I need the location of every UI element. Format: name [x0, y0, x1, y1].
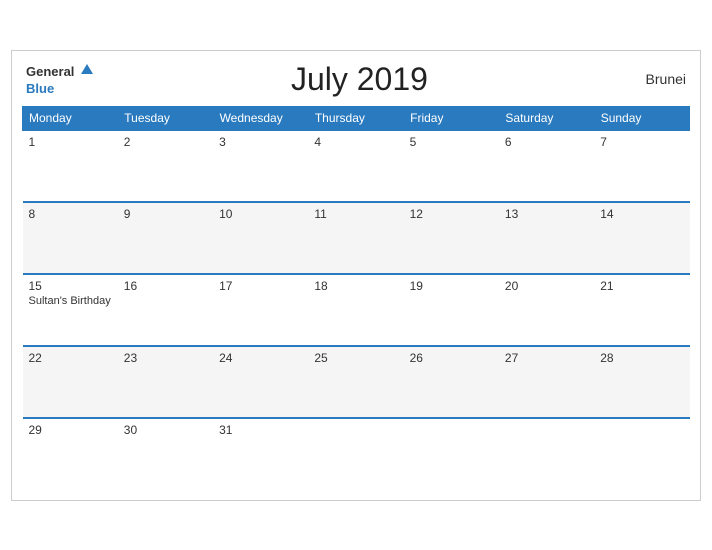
week-row-1: 1234567 [23, 130, 690, 202]
day-number: 20 [505, 279, 588, 293]
day-number: 1 [29, 135, 112, 149]
day-cell: 29 [23, 418, 118, 490]
day-number: 29 [29, 423, 112, 437]
day-number: 12 [410, 207, 493, 221]
day-number: 8 [29, 207, 112, 221]
day-number: 18 [314, 279, 397, 293]
calendar-header-row: MondayTuesdayWednesdayThursdayFridaySatu… [23, 106, 690, 130]
day-header-sunday: Sunday [594, 106, 689, 130]
day-cell [499, 418, 594, 490]
day-cell: 2 [118, 130, 213, 202]
day-number: 23 [124, 351, 207, 365]
day-cell: 17 [213, 274, 308, 346]
day-cell [404, 418, 499, 490]
day-number: 24 [219, 351, 302, 365]
day-number: 2 [124, 135, 207, 149]
day-number: 3 [219, 135, 302, 149]
day-cell: 19 [404, 274, 499, 346]
day-number: 26 [410, 351, 493, 365]
day-cell: 25 [308, 346, 403, 418]
day-cell: 5 [404, 130, 499, 202]
day-cell [594, 418, 689, 490]
day-number: 19 [410, 279, 493, 293]
day-cell: 13 [499, 202, 594, 274]
day-number: 28 [600, 351, 683, 365]
day-number: 15 [29, 279, 112, 293]
logo-general-text: General [26, 64, 74, 79]
day-cell: 28 [594, 346, 689, 418]
day-number: 4 [314, 135, 397, 149]
day-cell: 24 [213, 346, 308, 418]
day-cell: 14 [594, 202, 689, 274]
day-cell: 15 Sultan's Birthday [23, 274, 118, 346]
day-number: 13 [505, 207, 588, 221]
day-number: 6 [505, 135, 588, 149]
day-header-tuesday: Tuesday [118, 106, 213, 130]
day-cell: 4 [308, 130, 403, 202]
day-cell: 20 [499, 274, 594, 346]
day-cell: 12 [404, 202, 499, 274]
day-number: 30 [124, 423, 207, 437]
day-event: Sultan's Birthday [29, 295, 112, 307]
day-number: 27 [505, 351, 588, 365]
day-cell: 21 [594, 274, 689, 346]
day-number: 5 [410, 135, 493, 149]
day-number: 9 [124, 207, 207, 221]
day-cell: 9 [118, 202, 213, 274]
logo-area: General Blue [26, 63, 93, 96]
day-cell: 26 [404, 346, 499, 418]
day-header-wednesday: Wednesday [213, 106, 308, 130]
day-cell: 8 [23, 202, 118, 274]
week-row-4: 22 23 24 25 26 27 28 [23, 346, 690, 418]
day-cell: 3 [213, 130, 308, 202]
logo-triangle-icon [81, 64, 93, 74]
day-header-monday: Monday [23, 106, 118, 130]
calendar-header: General Blue July 2019 Brunei [22, 61, 690, 98]
day-number: 14 [600, 207, 683, 221]
day-header-saturday: Saturday [499, 106, 594, 130]
day-cell: 1 [23, 130, 118, 202]
day-number: 25 [314, 351, 397, 365]
day-number: 11 [314, 207, 397, 221]
day-cell: 23 [118, 346, 213, 418]
day-number: 10 [219, 207, 302, 221]
day-cell: 10 [213, 202, 308, 274]
day-cell: 27 [499, 346, 594, 418]
day-number: 17 [219, 279, 302, 293]
day-number: 31 [219, 423, 302, 437]
calendar-grid: MondayTuesdayWednesdayThursdayFridaySatu… [22, 106, 690, 490]
day-cell: 31 [213, 418, 308, 490]
logo-blue-text: Blue [26, 81, 54, 96]
day-cell: 22 [23, 346, 118, 418]
calendar-title: July 2019 [93, 61, 626, 98]
week-row-3: 15 Sultan's Birthday 16 17 18 19 20 21 [23, 274, 690, 346]
week-row-5: 29 30 31 [23, 418, 690, 490]
day-number: 22 [29, 351, 112, 365]
country-label: Brunei [626, 71, 686, 87]
day-cell: 11 [308, 202, 403, 274]
day-cell: 30 [118, 418, 213, 490]
calendar-wrapper: General Blue July 2019 Brunei MondayTues… [11, 50, 701, 501]
day-header-thursday: Thursday [308, 106, 403, 130]
day-number: 16 [124, 279, 207, 293]
day-cell: 6 [499, 130, 594, 202]
day-cell: 16 [118, 274, 213, 346]
day-header-friday: Friday [404, 106, 499, 130]
day-number: 7 [600, 135, 683, 149]
week-row-2: 89 10 11 12 13 14 [23, 202, 690, 274]
logo-general: General [26, 63, 93, 81]
day-cell [308, 418, 403, 490]
day-cell: 7 [594, 130, 689, 202]
day-number: 21 [600, 279, 683, 293]
day-cell: 18 [308, 274, 403, 346]
